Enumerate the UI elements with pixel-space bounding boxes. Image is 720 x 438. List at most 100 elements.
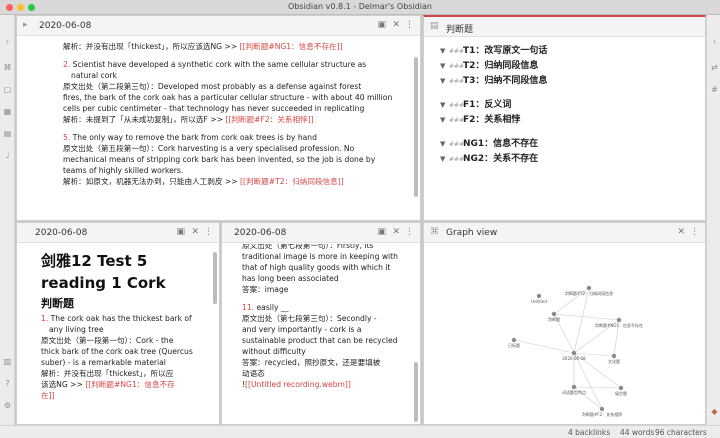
internal-link[interactable]: 在]]: [41, 391, 55, 400]
list-number: 5.: [63, 133, 71, 142]
outline-items: ▼ ###T1：改写原文一句话 ▼ ###T2：归纳同段信息 ▼ ###T3：归纳不同段信…: [424, 38, 705, 167]
link-icon[interactable]: ⇄: [710, 63, 719, 72]
heading-marker-icon: ###: [449, 78, 465, 85]
internal-link[interactable]: [[判断题#F2：关系相悖]]: [225, 115, 313, 124]
graph-node[interactable]: [571, 350, 577, 356]
outline-item[interactable]: ▼ ###F2：关系相悖: [440, 113, 705, 128]
graph-node-label: 填空题: [615, 390, 627, 396]
chevron-left-icon[interactable]: ‹: [710, 37, 719, 46]
more-options-icon[interactable]: ⋮: [405, 227, 414, 237]
text-line: thick bark of the cork oak tree (Quercus: [41, 346, 207, 357]
document-lines[interactable]: 1. The cork oak has the thickest bark of…: [41, 313, 207, 401]
calendar-icon[interactable]: ▦: [3, 107, 12, 116]
outline-item[interactable]: ▼ ###T2：归纳同段信息: [440, 59, 705, 74]
graph-node[interactable]: [511, 337, 517, 343]
back-forward-icon[interactable]: ▸: [23, 20, 28, 30]
more-options-icon[interactable]: ⋮: [690, 227, 699, 237]
settings-icon[interactable]: ⚙: [3, 401, 12, 410]
scrollbar[interactable]: [414, 362, 418, 422]
outline-item[interactable]: ▼ ###NG1：信息不存在: [440, 137, 705, 152]
outline-item-label: NG1：信息不存在: [463, 139, 539, 149]
graph-node-label: 判断题#NG1：信息不存在: [595, 322, 643, 328]
collapse-triangle-icon[interactable]: ▼: [440, 98, 449, 113]
text-line: any living tree: [41, 324, 207, 335]
graph-canvas[interactable]: Untitled 判断题 判断题#T2：归纳同段信息 判断题#NG1：信息不存在 202…: [424, 244, 705, 424]
graph-node-label: 判断题: [548, 316, 560, 322]
collapse-triangle-icon[interactable]: ▼: [440, 74, 449, 89]
graph-node[interactable]: [618, 385, 624, 391]
internal-link[interactable]: [[判断题#NG1：信息不存在]]: [240, 42, 343, 51]
text-line: natural cork: [63, 70, 408, 81]
text-line: 原文出处（第一段第一句）：Cork - the: [41, 335, 207, 346]
text-line: 原文出处（第七段第一句）：Firstly, its: [242, 244, 410, 251]
line-text: any living tree: [49, 325, 104, 334]
editor-pane-top-left: ▸ 2020-06-08 ▣ ✕ ⋮ 解析：并没有出现「thickest」，所以…: [16, 15, 421, 221]
chevron-right-icon[interactable]: ›: [3, 37, 12, 46]
pane-title: 2020-06-08: [39, 21, 92, 31]
graph-edge: [573, 352, 603, 410]
preview-toggle-icon[interactable]: ▣: [176, 227, 185, 237]
preview-toggle-icon[interactable]: ▣: [377, 20, 386, 30]
text-line: 该选NG >> [[判断题#NG1：信息不存: [41, 379, 207, 390]
collapse-triangle-icon[interactable]: ▼: [440, 59, 449, 74]
outline-list: ▼ ###T1：改写原文一句话 ▼ ###T2：归纳同段信息 ▼ ###T3：归纳不同段信…: [424, 38, 705, 220]
outline-item-label: T3：归纳不同段信息: [463, 76, 548, 86]
document-text[interactable]: 原文出处（第七段第一句）：Firstly, its traditional ima…: [222, 244, 420, 390]
line-text: fires, the bark of the cork oak has a pa…: [63, 93, 393, 102]
heading-marker-icon: ###: [449, 117, 465, 124]
internal-link[interactable]: [[Untitled recording.webm]]: [245, 380, 351, 389]
outline-item[interactable]: ▼ ###T1：改写原文一句话: [440, 44, 705, 59]
graph-svg[interactable]: Untitled 判断题 判断题#T2：归纳同段信息判断题#NG1：信息不存在 202…: [424, 244, 705, 424]
help-icon[interactable]: ?: [3, 379, 12, 388]
text-line: 原文出处（第七段第三句）：Secondly -: [242, 313, 410, 324]
pane-content[interactable]: 剑雅12 Test 5 reading 1 Cork 判断题 1. The co…: [17, 244, 219, 424]
text-line: that of high quality goods with which it: [242, 262, 410, 273]
microphone-icon[interactable]: ♩: [3, 151, 12, 160]
graph-node[interactable]: [536, 293, 542, 299]
preview-toggle-icon[interactable]: ▣: [377, 227, 386, 237]
line-text: easily __: [256, 303, 289, 312]
close-pane-icon[interactable]: ✕: [392, 20, 400, 30]
vault-icon[interactable]: ▥: [3, 357, 12, 366]
line-text: Scientist have developed a synthetic cor…: [72, 60, 367, 69]
collapse-triangle-icon[interactable]: ▼: [440, 152, 449, 167]
graph-node[interactable]: [611, 353, 617, 359]
text-line: 5. The only way to remove the bark from …: [63, 132, 408, 143]
scrollbar[interactable]: [213, 252, 217, 304]
close-pane-icon[interactable]: ✕: [191, 227, 199, 237]
archive-icon[interactable]: ▤: [3, 129, 12, 138]
pane-header: ▤ 判断题: [424, 17, 705, 37]
pane-header: 2020-06-08 ▣ ✕ ⋮: [17, 223, 219, 243]
text-line: teams of highly skilled workers.: [63, 165, 408, 176]
text-line: and very importantly - cork is a: [242, 324, 410, 335]
file-icon[interactable]: ▢: [3, 85, 12, 94]
close-pane-icon[interactable]: ✕: [677, 227, 685, 237]
outline-item[interactable]: ▼ ###NG2：关系不存在: [440, 152, 705, 167]
close-pane-icon[interactable]: ✕: [392, 227, 400, 237]
outline-item[interactable]: ▼ ###F1：反义词: [440, 98, 705, 113]
graph-node[interactable]: [551, 311, 557, 317]
more-options-icon[interactable]: ⋮: [204, 227, 213, 237]
outline-item[interactable]: ▼ ###T3：归纳不同段信息: [440, 74, 705, 89]
document-text[interactable]: 剑雅12 Test 5 reading 1 Cork 判断题 1. The co…: [17, 244, 219, 401]
graph-node-label: 文化题: [608, 358, 620, 364]
graph-icon[interactable]: ⌘: [3, 63, 12, 72]
graph-node[interactable]: [586, 285, 592, 291]
graph-node[interactable]: [599, 406, 605, 412]
line-text: 原文出处（第七段第一句）：Firstly, its: [242, 244, 374, 250]
internal-link[interactable]: [[判断题#T2：归纳同段信息]]: [240, 177, 344, 186]
scrollbar[interactable]: [414, 57, 418, 197]
graph-node[interactable]: [616, 317, 622, 323]
pane-content[interactable]: 原文出处（第七段第一句）：Firstly, its traditional ima…: [222, 244, 420, 424]
more-options-icon[interactable]: ⋮: [405, 20, 414, 30]
backlinks-count[interactable]: 4 backlinks: [568, 428, 610, 437]
pane-content[interactable]: 解析：并没有出现「thickest」，所以应该选NG >> [[判断题#NG1：…: [17, 37, 420, 220]
graph-node[interactable]: [571, 384, 577, 390]
document-text[interactable]: 解析：并没有出现「thickest」，所以应该选NG >> [[判断题#NG1：…: [17, 37, 420, 187]
internal-link[interactable]: [[判断题#NG1：信息不存: [85, 380, 174, 389]
tag-icon[interactable]: #: [710, 85, 719, 94]
pane-header: ▸ 2020-06-08 ▣ ✕ ⋮: [17, 16, 420, 36]
collapse-triangle-icon[interactable]: ▼: [440, 137, 449, 152]
collapse-triangle-icon[interactable]: ▼: [440, 44, 449, 59]
collapse-triangle-icon[interactable]: ▼: [440, 113, 449, 128]
